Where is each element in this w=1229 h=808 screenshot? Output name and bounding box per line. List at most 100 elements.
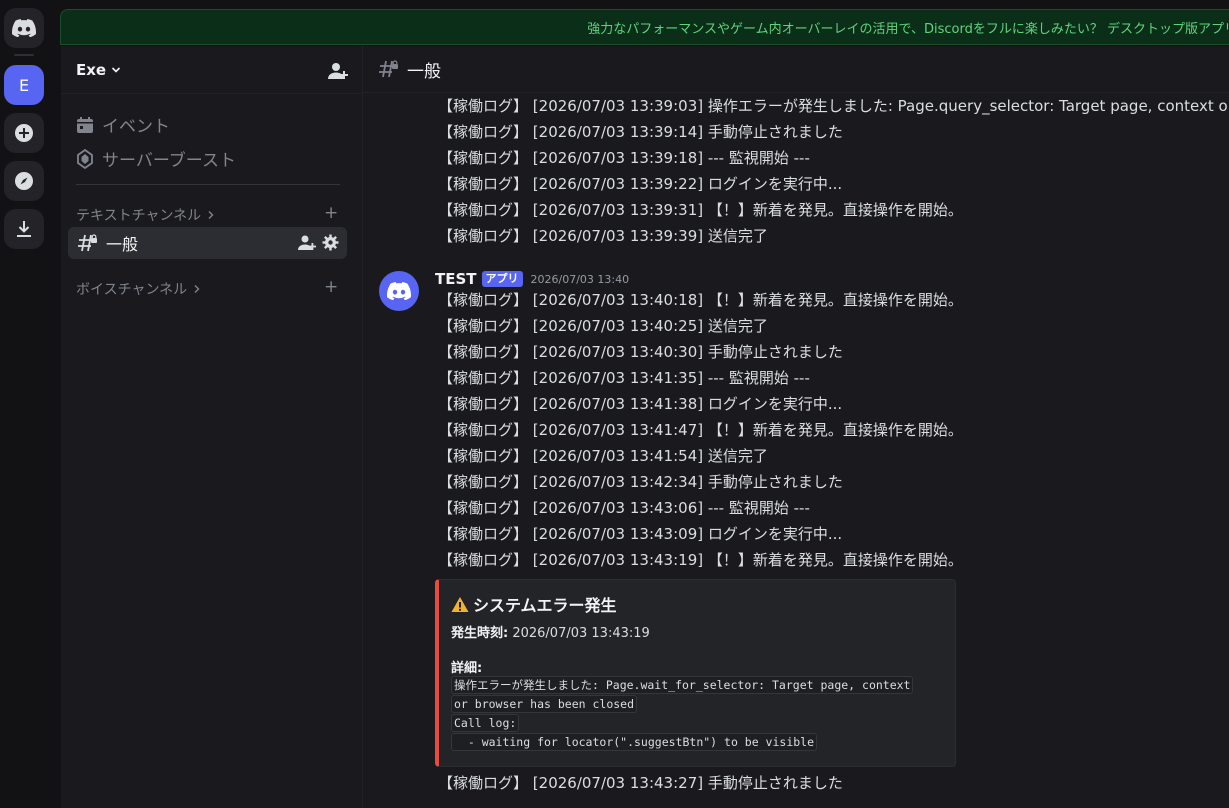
code-line: - waiting for locator(".suggestBtn") to …: [451, 733, 818, 751]
log-line: 【稼働ログ】 [2026/07/03 13:42:34] 手動停止されました: [438, 472, 843, 492]
discord-home-button[interactable]: [4, 8, 44, 48]
channel-title: 一般: [407, 61, 441, 82]
server-icon-exe[interactable]: E: [4, 65, 44, 105]
log-line: 【稼働ログ】 [2026/07/03 13:39:18] --- 監視開始 --…: [438, 148, 810, 168]
log-text: [2026/07/03 13:43:06] --- 監視開始 ---: [532, 499, 810, 517]
message-timestamp: 2026/07/03 13:40: [530, 272, 630, 286]
log-text: [2026/07/03 13:39:39] 送信完了: [532, 227, 768, 245]
guild-name: Exe: [76, 60, 107, 79]
invite-people-icon[interactable]: [328, 62, 348, 80]
boost-gem-icon: [77, 148, 93, 169]
create-channel-icon[interactable]: +: [324, 277, 338, 297]
log-text: [2026/07/03 13:40:30] 手動停止されました: [532, 343, 843, 361]
calendar-icon: [77, 116, 93, 133]
log-line: 【稼働ログ】 [2026/07/03 13:39:31] 【！】新着を発見。直接…: [438, 200, 963, 220]
code-line: or browser has been closed: [451, 695, 638, 713]
text-channel-lock-icon: [78, 234, 97, 252]
sidebar-item-server-boost[interactable]: サーバーブースト: [76, 146, 236, 171]
discover-button[interactable]: [4, 161, 44, 201]
log-tag: 【稼働ログ】: [438, 201, 529, 219]
sidebar-divider: [76, 184, 340, 185]
log-line: 【稼働ログ】 [2026/07/03 13:39:39] 送信完了: [438, 226, 768, 246]
banner-text: 強力なパフォーマンスやゲーム内オーバーレイの活用で、Discordをフルに楽しみ…: [587, 21, 1229, 37]
guild-header[interactable]: Exe: [61, 46, 362, 94]
message-header: TEST アプリ 2026/07/03 13:40: [435, 270, 629, 288]
rail-divider: [14, 54, 34, 56]
gear-icon[interactable]: [322, 234, 339, 251]
log-line: 【稼働ログ】 [2026/07/03 13:40:25] 送信完了: [438, 316, 768, 336]
log-text: [2026/07/03 13:41:47] 【！】新着を発見。直接操作を開始。: [532, 421, 963, 439]
code-line: 操作エラーが発生しました: Page.wait_for_selector: Ta…: [451, 676, 914, 694]
log-line: 【稼働ログ】 [2026/07/03 13:41:35] --- 監視開始 --…: [438, 368, 810, 388]
log-text: [2026/07/03 13:39:14] 手動停止されました: [532, 123, 843, 141]
log-tag: 【稼働ログ】: [438, 447, 529, 465]
embed-detail-label: 詳細:: [451, 661, 483, 676]
channel-item-general[interactable]: 一般: [68, 227, 347, 259]
plus-circle-icon: [15, 124, 33, 142]
sidebar-item-label: イベント: [102, 117, 170, 137]
log-text: [2026/07/03 13:39:22] ログインを実行中...: [532, 175, 843, 193]
log-line: 【稼働ログ】 [2026/07/03 13:43:19] 【！】新着を発見。直接…: [438, 550, 963, 570]
log-text: [2026/07/03 13:41:38] ログインを実行中...: [532, 395, 843, 413]
log-text: [2026/07/03 13:39:03] 操作エラーが発生しました: Page…: [532, 97, 1229, 115]
chevron-down-icon: [112, 66, 121, 73]
discord-logo-icon: [387, 282, 411, 300]
log-tag: 【稼働ログ】: [438, 525, 529, 543]
embed-time-value: 2026/07/03 13:43:19: [512, 626, 650, 641]
log-tag: 【稼働ログ】: [438, 175, 529, 193]
log-tag: 【稼働ログ】: [438, 227, 529, 245]
log-line: 【稼働ログ】 [2026/07/03 13:40:18] 【！】新着を発見。直接…: [438, 290, 963, 310]
log-line: 【稼働ログ】 [2026/07/03 13:41:54] 送信完了: [438, 446, 768, 466]
discord-logo-icon: [12, 19, 36, 37]
add-server-button[interactable]: [4, 113, 44, 153]
log-tag: 【稼働ログ】: [438, 551, 529, 569]
embed-time-label: 発生時刻:: [451, 626, 509, 641]
chevron-right-icon: [194, 285, 200, 293]
log-tag: 【稼働ログ】: [438, 499, 529, 517]
log-tag: 【稼働ログ】: [438, 395, 529, 413]
log-line: 【稼働ログ】 [2026/07/03 13:39:03] 操作エラーが発生しまし…: [438, 96, 1229, 116]
message-list: 【稼働ログ】 [2026/07/03 13:39:03] 操作エラーが発生しまし…: [363, 93, 1229, 808]
warning-icon: [451, 596, 469, 612]
log-tag: 【稼働ログ】: [438, 421, 529, 439]
server-rail: E: [0, 0, 60, 808]
log-line: 【稼働ログ】 [2026/07/03 13:40:30] 手動停止されました: [438, 342, 843, 362]
category-label: ボイスチャンネル: [76, 282, 188, 298]
embed-title: システムエラー発生: [451, 592, 617, 616]
app-badge: アプリ: [481, 271, 523, 287]
author-name[interactable]: TEST: [435, 270, 477, 288]
embed-title-text: システムエラー発生: [473, 596, 617, 615]
download-app-button[interactable]: [4, 209, 44, 249]
log-line: 【稼働ログ】 [2026/07/03 13:39:14] 手動停止されました: [438, 122, 843, 142]
create-channel-icon[interactable]: +: [324, 203, 338, 223]
code-line: Call log:: [451, 714, 520, 732]
log-tag: 【稼働ログ】: [438, 291, 529, 309]
log-tag: 【稼働ログ】: [438, 473, 529, 491]
log-line: 【稼働ログ】 [2026/07/03 13:43:09] ログインを実行中...: [438, 524, 842, 544]
server-initial: E: [18, 75, 30, 95]
log-text: [2026/07/03 13:43:09] ログインを実行中...: [532, 525, 843, 543]
category-label: テキストチャンネル: [76, 208, 202, 224]
log-tag: 【稼働ログ】: [438, 123, 529, 141]
log-line: 【稼働ログ】 [2026/07/03 13:39:22] ログインを実行中...: [438, 174, 842, 194]
channel-sidebar: Exe イベント サーバーブースト テキストチャンネル + 一般 ボイスチャンネ…: [61, 46, 363, 808]
log-text: [2026/07/03 13:40:25] 送信完了: [532, 317, 768, 335]
log-line: 【稼働ログ】 [2026/07/03 13:43:27] 手動停止されました: [438, 773, 843, 793]
create-invite-icon[interactable]: [298, 234, 316, 251]
avatar[interactable]: [379, 271, 419, 311]
category-text-channels[interactable]: テキストチャンネル +: [76, 203, 338, 225]
channel-name: 一般: [106, 235, 139, 254]
chat-area: 一般 【稼働ログ】 [2026/07/03 13:39:03] 操作エラーが発生…: [363, 46, 1229, 808]
log-tag: 【稼働ログ】: [438, 317, 529, 335]
log-text: [2026/07/03 13:43:27] 手動停止されました: [532, 774, 843, 792]
log-line: 【稼働ログ】 [2026/07/03 13:41:47] 【！】新着を発見。直接…: [438, 420, 963, 440]
log-tag: 【稼働ログ】: [438, 149, 529, 167]
download-icon: [17, 221, 31, 237]
log-line: 【稼働ログ】 [2026/07/03 13:43:06] --- 監視開始 --…: [438, 498, 810, 518]
desktop-app-banner[interactable]: 強力なパフォーマンスやゲーム内オーバーレイの活用で、Discordをフルに楽しみ…: [60, 9, 1229, 45]
log-text: [2026/07/03 13:41:54] 送信完了: [532, 447, 768, 465]
sidebar-item-events[interactable]: イベント: [76, 112, 170, 137]
log-text: [2026/07/03 13:43:19] 【！】新着を発見。直接操作を開始。: [532, 551, 963, 569]
category-voice-channels[interactable]: ボイスチャンネル +: [76, 277, 338, 299]
log-tag: 【稼働ログ】: [438, 343, 529, 361]
